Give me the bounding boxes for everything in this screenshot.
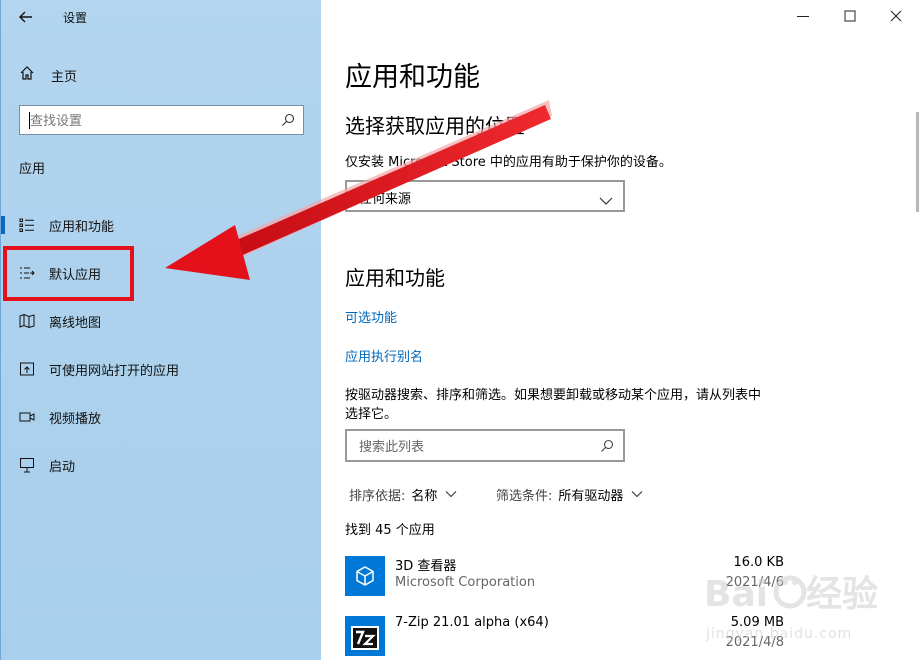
apps-for-websites-icon: [18, 360, 36, 378]
chevron-down-icon: [445, 487, 457, 502]
startup-icon: [18, 456, 36, 474]
chevron-down-icon: [599, 191, 613, 210]
sidebar-item-apps-for-websites[interactable]: 可使用网站打开的应用: [1, 354, 322, 384]
search-icon[interactable]: [599, 438, 615, 458]
sidebar-item-apps-features[interactable]: 应用和功能: [1, 210, 322, 240]
scrollbar[interactable]: [916, 112, 919, 212]
minimize-icon[interactable]: [795, 8, 811, 24]
7zip-icon: [345, 616, 385, 656]
app-list-search-box[interactable]: [345, 429, 625, 462]
sidebar-item-label: 应用和功能: [49, 219, 115, 235]
choose-location-description: 仅安装 Microsoft Store 中的应用有助于保护你的设备。: [345, 155, 672, 170]
close-icon[interactable]: [888, 8, 904, 24]
sort-label: 排序依据:: [349, 489, 406, 504]
3d-viewer-icon: [345, 556, 385, 596]
dropdown-value: 任何来源: [359, 192, 412, 207]
section-label-apps: 应用: [19, 162, 46, 177]
video-playback-icon: [18, 408, 36, 426]
page-title: 应用和功能: [345, 62, 480, 93]
back-arrow-icon[interactable]: [17, 8, 35, 26]
app-source-dropdown[interactable]: 任何来源: [345, 180, 625, 212]
main-content: 应用和功能 选择获取应用的位置 仅安装 Microsoft Store 中的应用…: [321, 0, 920, 660]
settings-search-input[interactable]: [28, 111, 282, 131]
watermark-url: jingyan.baidu.com: [706, 626, 853, 642]
title-bar-left: 设置: [1, 0, 322, 34]
home-icon: [19, 65, 35, 85]
svg-text:Bai: Bai: [704, 574, 768, 615]
description-line: 按驱动器搜索、排序和筛选。如果想要卸载或移动某个应用，请从列表中: [345, 388, 762, 403]
home-label: 主页: [51, 69, 78, 85]
chevron-down-icon: [631, 487, 643, 502]
optional-features-link[interactable]: 可选功能: [345, 307, 397, 326]
sidebar-item-label: 离线地图: [49, 315, 102, 331]
app-name: 3D 查看器: [395, 559, 457, 574]
filter-value: 所有驱动器: [558, 489, 624, 504]
annotation-highlight-box: [3, 246, 134, 301]
window-title: 设置: [63, 11, 88, 25]
settings-search-box[interactable]: [19, 105, 304, 135]
search-icon[interactable]: [280, 112, 296, 132]
app-name: 7-Zip 21.01 alpha (x64): [395, 615, 549, 630]
sort-value: 名称: [411, 489, 438, 504]
search-sort-description: 按驱动器搜索、排序和筛选。如果想要卸载或移动某个应用，请从列表中 选择它。: [345, 386, 761, 424]
filter-by-control[interactable]: 筛选条件: 所有驱动器: [496, 485, 643, 504]
baidu-logo-icon: Bai 经验: [704, 574, 878, 615]
description-line: 选择它。: [345, 407, 398, 422]
app-publisher: Microsoft Corporation: [395, 575, 536, 590]
sort-by-control[interactable]: 排序依据: 名称: [349, 485, 457, 504]
sidebar-item-label: 可使用网站打开的应用: [49, 363, 180, 379]
svg-text:经验: 经验: [806, 574, 878, 615]
app-execution-aliases-link[interactable]: 应用执行别名: [345, 346, 423, 365]
sidebar-item-label: 视频播放: [49, 411, 102, 427]
home-nav-item[interactable]: 主页: [19, 64, 77, 86]
sidebar-item-video-playback[interactable]: 视频播放: [1, 402, 322, 432]
offline-maps-icon: [18, 312, 36, 330]
sidebar-item-label: 启动: [49, 459, 76, 475]
app-list-search-input[interactable]: [357, 437, 591, 457]
sidebar: 设置 主页 应用 应用和功能 默认应用 离线地图: [0, 0, 321, 660]
maximize-icon[interactable]: [842, 8, 858, 24]
sidebar-item-startup[interactable]: 启动: [1, 450, 322, 480]
choose-location-heading: 选择获取应用的位置: [345, 114, 525, 138]
apps-features-icon: [18, 216, 36, 234]
app-count: 找到 45 个应用: [345, 523, 435, 538]
sidebar-item-offline-maps[interactable]: 离线地图: [1, 306, 322, 336]
apps-features-heading: 应用和功能: [345, 266, 445, 290]
baidu-watermark: Bai 经验 jingyan.baidu.com: [702, 562, 882, 652]
filter-label: 筛选条件:: [496, 489, 553, 504]
